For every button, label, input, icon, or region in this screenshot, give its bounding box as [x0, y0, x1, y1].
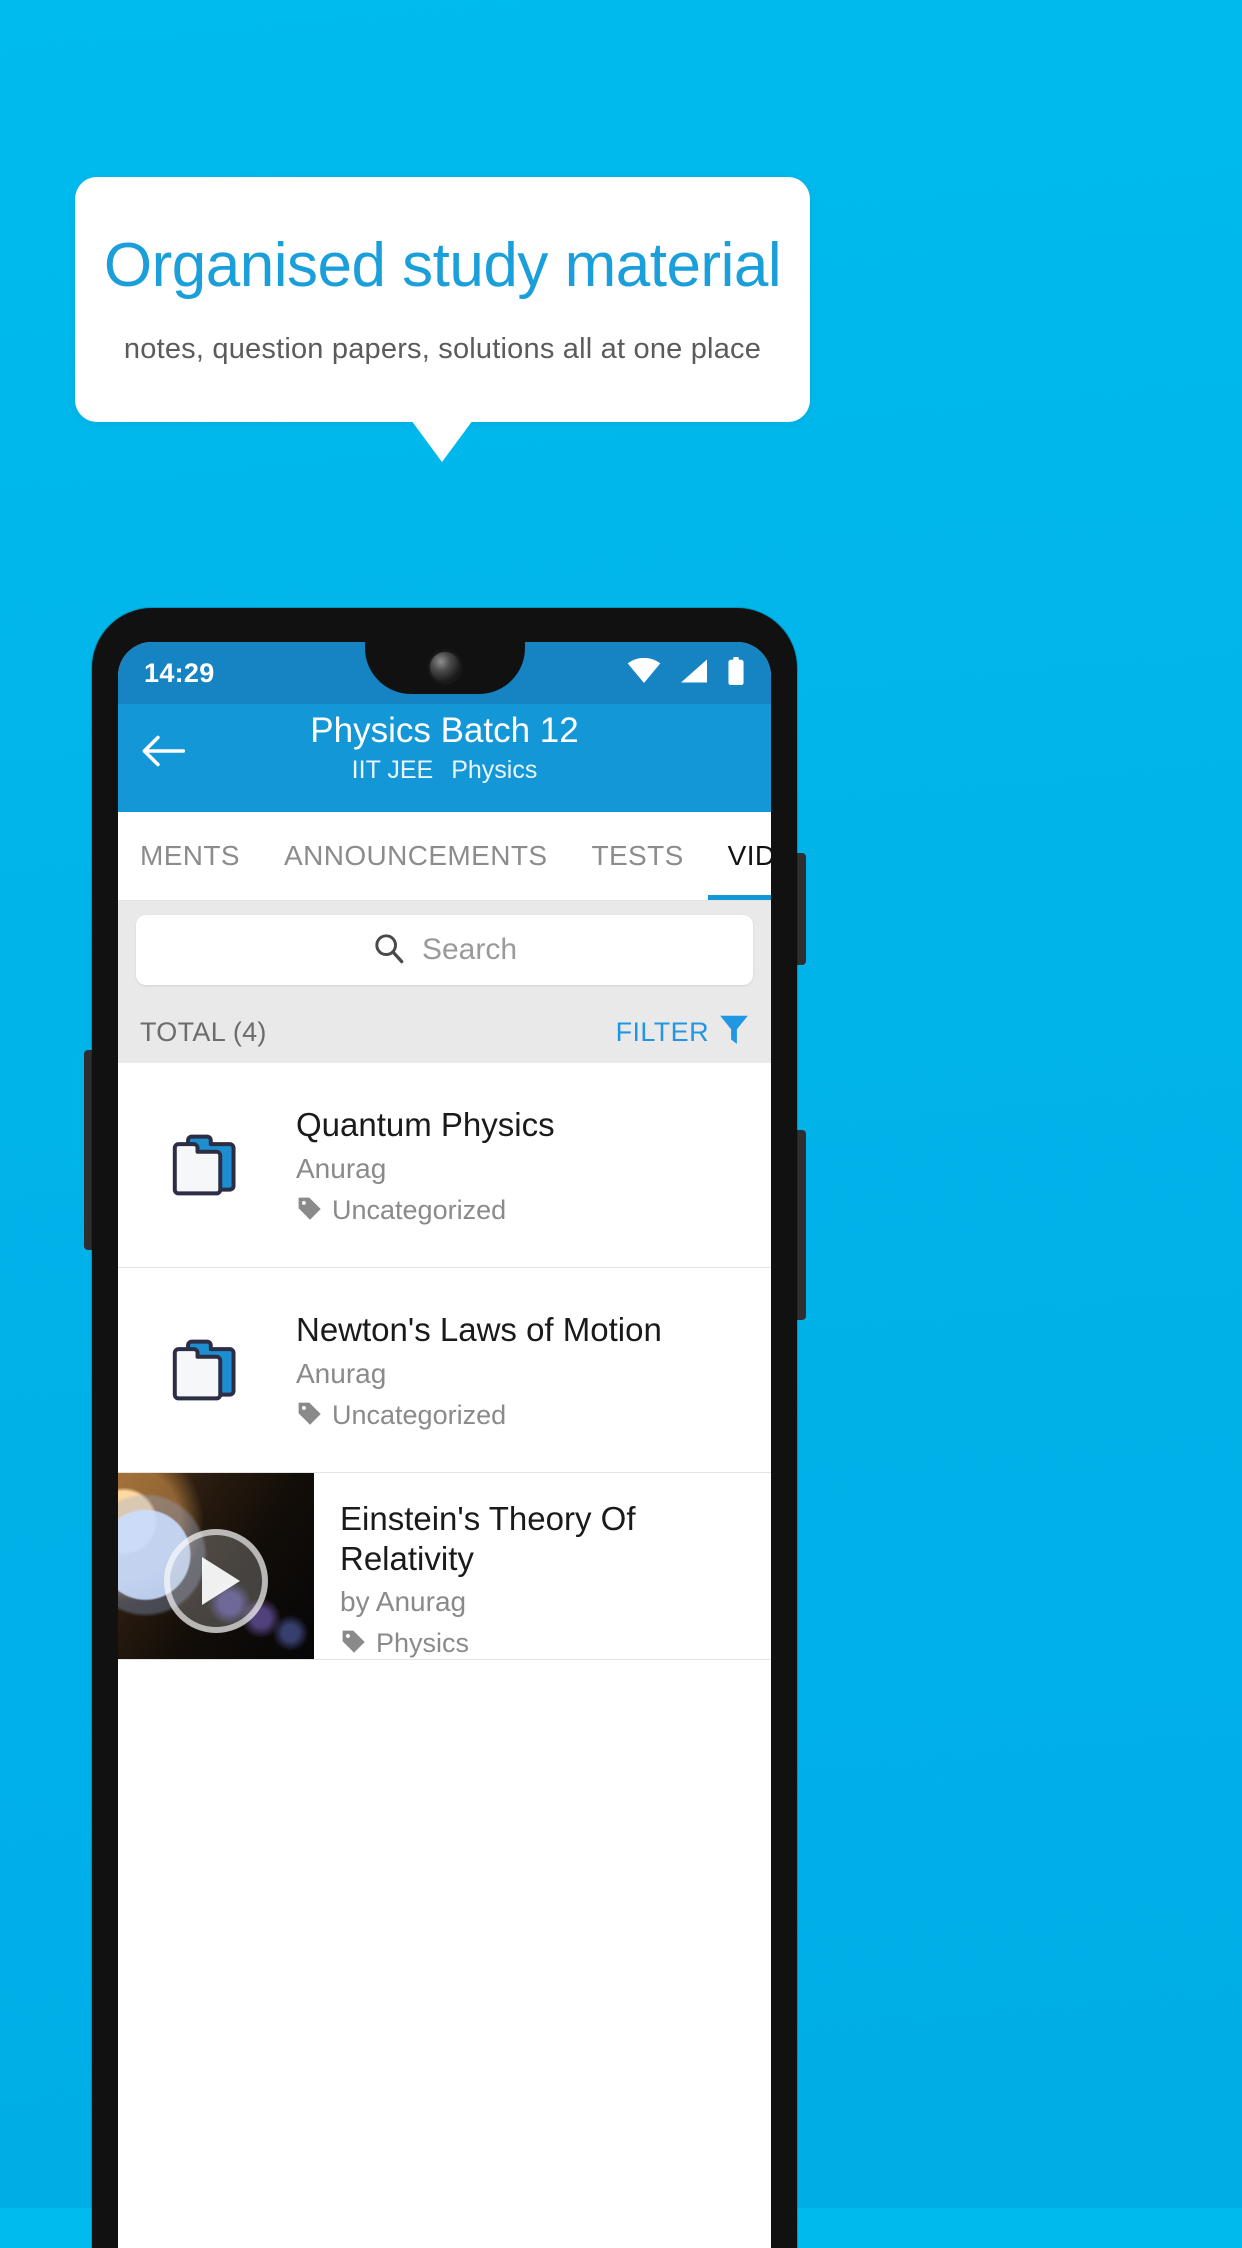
- list-item-tag: Uncategorized: [332, 1194, 507, 1225]
- phone-screen: 14:29 Physics Batch 12 IIT JEE Physics M…: [118, 642, 771, 2248]
- search-section: Search: [118, 901, 771, 1001]
- battery-icon: [727, 656, 745, 690]
- wifi-icon: [627, 657, 661, 689]
- list-item-tag-row: Physics: [340, 1628, 753, 1659]
- tag-icon: [340, 1628, 366, 1659]
- list-item-body: Einstein's Theory Of Relativity by Anura…: [314, 1473, 771, 1659]
- video-thumbnail[interactable]: [118, 1473, 314, 1660]
- app-bar-subtitle-subject: Physics: [451, 755, 538, 784]
- play-triangle: [201, 1556, 240, 1605]
- app-bar-subtitle: IIT JEE Physics: [118, 756, 771, 785]
- list-item-tag-row: Uncategorized: [296, 1400, 753, 1431]
- search-placeholder: Search: [421, 933, 518, 966]
- status-bar-time: 14:29: [144, 657, 215, 688]
- tab-tests[interactable]: TESTS: [569, 812, 705, 900]
- search-icon: [372, 931, 406, 970]
- list-item-author: Anurag: [296, 1152, 387, 1184]
- tag-icon: [296, 1195, 322, 1226]
- phone-mockup: 14:29 Physics Batch 12 IIT JEE Physics M…: [92, 608, 797, 2248]
- back-arrow-icon: [141, 734, 186, 773]
- list-item-tag: Uncategorized: [332, 1399, 507, 1430]
- filter-button[interactable]: FILTER: [616, 1014, 749, 1051]
- filter-label: FILTER: [615, 1016, 709, 1047]
- page-title: Physics Batch 12: [310, 711, 579, 750]
- cellular-signal-icon: [679, 658, 709, 689]
- list-item-title: Newton's Laws of Motion: [296, 1311, 662, 1349]
- list-item[interactable]: Quantum Physics Anurag Uncategorized: [118, 1063, 771, 1268]
- play-button-icon[interactable]: [164, 1528, 268, 1633]
- app-bar: Physics Batch 12 IIT JEE Physics: [118, 704, 771, 812]
- tab-assignments[interactable]: MENTS: [118, 812, 262, 900]
- promo-card: Organised study material notes, question…: [75, 177, 810, 422]
- tab-bar: MENTS ANNOUNCEMENTS TESTS VIDEOS: [118, 812, 771, 901]
- funnel-icon: [719, 1014, 749, 1051]
- search-input[interactable]: Search: [136, 915, 753, 985]
- content-list: Quantum Physics Anurag Uncategorized New…: [118, 1063, 771, 1661]
- status-bar: 14:29: [118, 642, 771, 704]
- list-item-body: Newton's Laws of Motion Anurag Uncategor…: [296, 1309, 771, 1430]
- list-item-tag-row: Uncategorized: [296, 1195, 753, 1226]
- list-item-title: Einstein's Theory Of Relativity: [340, 1500, 636, 1577]
- list-meta-row: TOTAL (4) FILTER: [118, 1001, 771, 1063]
- list-item-body: Quantum Physics Anurag Uncategorized: [296, 1104, 771, 1225]
- list-item-author: Anurag: [296, 1357, 387, 1389]
- back-button[interactable]: [136, 726, 190, 780]
- promo-subtitle: notes, question papers, solutions all at…: [123, 332, 762, 365]
- promo-title: Organised study material: [103, 231, 782, 301]
- promo-card-tail: [411, 420, 473, 462]
- list-item-author: by Anurag: [340, 1586, 467, 1618]
- tab-videos[interactable]: VIDEOS: [706, 812, 771, 900]
- list-item[interactable]: Newton's Laws of Motion Anurag Uncategor…: [118, 1268, 771, 1473]
- folder-stack-icon: [118, 1129, 296, 1201]
- list-item[interactable]: Einstein's Theory Of Relativity by Anura…: [118, 1473, 771, 1661]
- list-item-title: Quantum Physics: [296, 1106, 555, 1144]
- status-bar-icons: [627, 656, 745, 690]
- app-bar-texts: Physics Batch 12 IIT JEE Physics: [118, 704, 771, 785]
- list-item-tag: Physics: [376, 1628, 470, 1659]
- front-camera-icon: [429, 652, 460, 682]
- total-count-label: TOTAL (4): [140, 1016, 267, 1047]
- app-bar-subtitle-exam: IIT JEE: [351, 755, 434, 784]
- tag-icon: [296, 1400, 322, 1431]
- folder-stack-icon: [118, 1334, 296, 1406]
- tab-announcements[interactable]: ANNOUNCEMENTS: [262, 812, 569, 900]
